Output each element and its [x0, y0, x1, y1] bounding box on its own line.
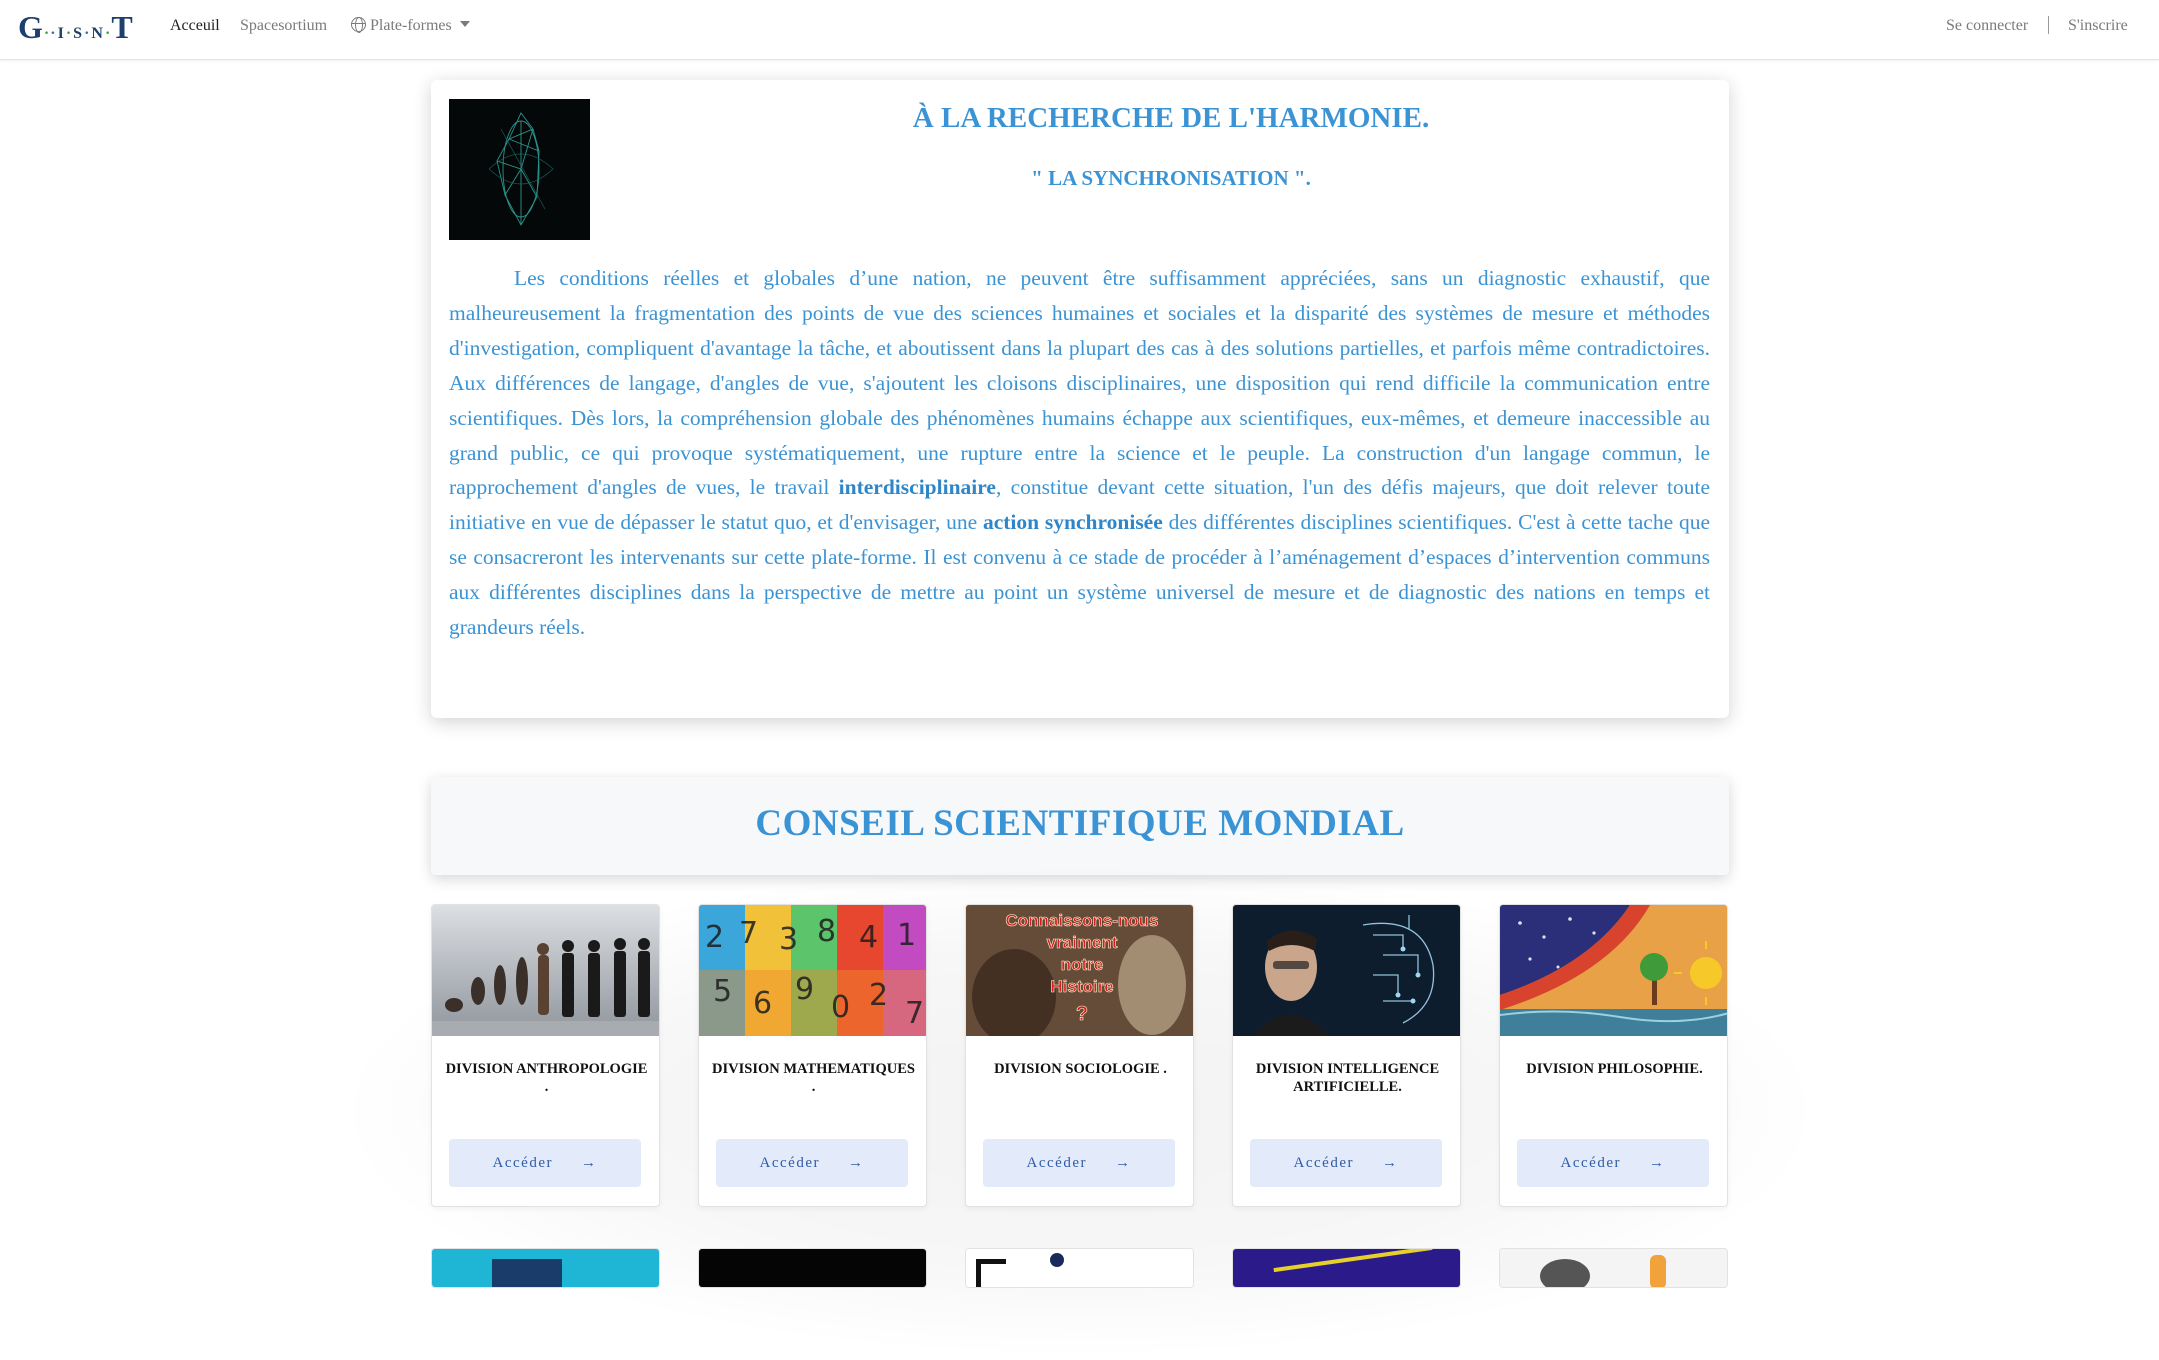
acceder-label: Accéder — [1560, 1154, 1621, 1171]
card-image-detail — [1050, 1253, 1064, 1267]
division-card-mathematiques: 273 841 569 027 DIVISION MATHEMATIQUES .… — [698, 904, 927, 1207]
intro-paragraph: Les conditions réelles et globales d’une… — [449, 261, 1710, 645]
acceder-label: Accéder — [759, 1154, 820, 1171]
acceder-label: Accéder — [492, 1154, 553, 1171]
top-navbar: G · · I · S · N · T Acceuil Spacesortium … — [0, 0, 2159, 60]
division-card-partial — [965, 1248, 1194, 1288]
card-image-partial — [1233, 1249, 1460, 1287]
acceder-button[interactable]: Accéder → — [716, 1139, 908, 1187]
conseil-title: CONSEIL SCIENTIFIQUE MONDIAL — [755, 803, 1405, 844]
division-title: DIVISION PHILOSOPHIE. — [1526, 1061, 1703, 1077]
division-title: DIVISION INTELLIGENCE ARTIFICIELLE. — [1255, 1061, 1440, 1095]
card-image-detail — [1650, 1255, 1666, 1287]
division-card-partial — [698, 1248, 927, 1288]
svg-text:6: 6 — [753, 986, 772, 1021]
svg-text:2: 2 — [869, 978, 888, 1013]
ai-circuit-face-image — [1233, 905, 1460, 1036]
svg-text:3: 3 — [779, 922, 798, 957]
history-text-line-1: Connaissons-nous — [1005, 911, 1158, 930]
cosmic-painting-image — [1500, 905, 1727, 1036]
intro-bold-action-synchronisee: action synchronisée — [982, 510, 1163, 535]
history-image: Connaissons-nous vraiment notre Histoire… — [966, 905, 1193, 1036]
intro-subtitle: " LA SYNCHRONISATION ". — [1031, 166, 1311, 190]
human-evolution-image — [432, 905, 659, 1036]
arrow-right-icon: → — [580, 1154, 598, 1171]
arrow-right-icon: → — [847, 1154, 865, 1171]
card-image-partial — [699, 1249, 926, 1287]
division-card-anthropologie: DIVISION ANTHROPOLOGIE . Accéder → — [431, 904, 660, 1207]
division-card-partial — [1499, 1248, 1728, 1288]
division-title: DIVISION SOCIOLOGIE . — [994, 1061, 1167, 1077]
history-text-line-5: ? — [1076, 1003, 1088, 1025]
arrow-right-icon: → — [1648, 1154, 1666, 1171]
caret-down-icon — [459, 21, 470, 27]
history-text-line-4: Histoire — [1050, 977, 1113, 996]
history-text-line-3: notre — [1061, 955, 1104, 974]
acceder-button[interactable]: Accéder → — [1250, 1139, 1442, 1187]
svg-text:5: 5 — [713, 974, 732, 1009]
svg-text:8: 8 — [817, 914, 836, 949]
card-image-detail — [1540, 1259, 1590, 1287]
site-logo[interactable]: G · · I · S · N · T — [18, 9, 134, 46]
nav-link-spacesortium[interactable]: Spacesortium — [240, 17, 327, 35]
signup-link[interactable]: S'inscrire — [2068, 17, 2128, 35]
division-title: DIVISION ANTHROPOLOGIE . — [445, 1061, 648, 1095]
nav-link-acceuil[interactable]: Acceuil — [170, 17, 220, 35]
card-image-partial — [1500, 1249, 1727, 1287]
svg-text:7: 7 — [739, 916, 758, 951]
svg-text:4: 4 — [859, 920, 878, 955]
division-card-partial — [431, 1248, 660, 1288]
acceder-button[interactable]: Accéder → — [983, 1139, 1175, 1187]
card-image-detail — [492, 1259, 562, 1287]
nav-dropdown-plateformes[interactable]: Plate-formes — [351, 17, 470, 35]
intro-text-part-1: Les conditions réelles et globales d’une… — [449, 266, 1710, 500]
division-card-intelligence-artificielle: DIVISION INTELLIGENCE ARTIFICIELLE. Accé… — [1232, 904, 1461, 1207]
colorful-numbers-image: 273 841 569 027 — [699, 905, 926, 1036]
intro-bold-interdisciplinaire: interdisciplinaire — [838, 475, 996, 500]
nav-divider — [2048, 16, 2049, 34]
arrow-right-icon: → — [1114, 1154, 1132, 1171]
acceder-label: Accéder — [1026, 1154, 1087, 1171]
acceder-button[interactable]: Accéder → — [1517, 1139, 1709, 1187]
arrow-right-icon: → — [1381, 1154, 1399, 1171]
acceder-label: Accéder — [1293, 1154, 1354, 1171]
acceder-button[interactable]: Accéder → — [449, 1139, 641, 1187]
globe-icon — [351, 17, 366, 33]
svg-text:7: 7 — [905, 996, 924, 1031]
harmony-logo-image — [449, 99, 590, 240]
division-card-philosophie: DIVISION PHILOSOPHIE. Accéder → — [1499, 904, 1728, 1207]
svg-text:2: 2 — [705, 920, 724, 955]
intro-title: À LA RECHERCHE DE L'HARMONIE. — [912, 102, 1430, 134]
division-title: DIVISION MATHEMATIQUES . — [712, 1061, 915, 1095]
plateformes-label: Plate-formes — [370, 17, 452, 34]
card-image-detail — [976, 1259, 1006, 1287]
division-card-partial — [1232, 1248, 1461, 1288]
svg-text:9: 9 — [795, 972, 814, 1007]
login-link[interactable]: Se connecter — [1946, 17, 2028, 35]
intro-card: À LA RECHERCHE DE L'HARMONIE. " LA SYNCH… — [431, 80, 1729, 718]
svg-text:0: 0 — [831, 990, 850, 1025]
division-card-sociologie: Connaissons-nous vraiment notre Histoire… — [965, 904, 1194, 1207]
svg-text:1: 1 — [897, 918, 916, 953]
history-text-line-2: vraiment — [1047, 933, 1118, 952]
